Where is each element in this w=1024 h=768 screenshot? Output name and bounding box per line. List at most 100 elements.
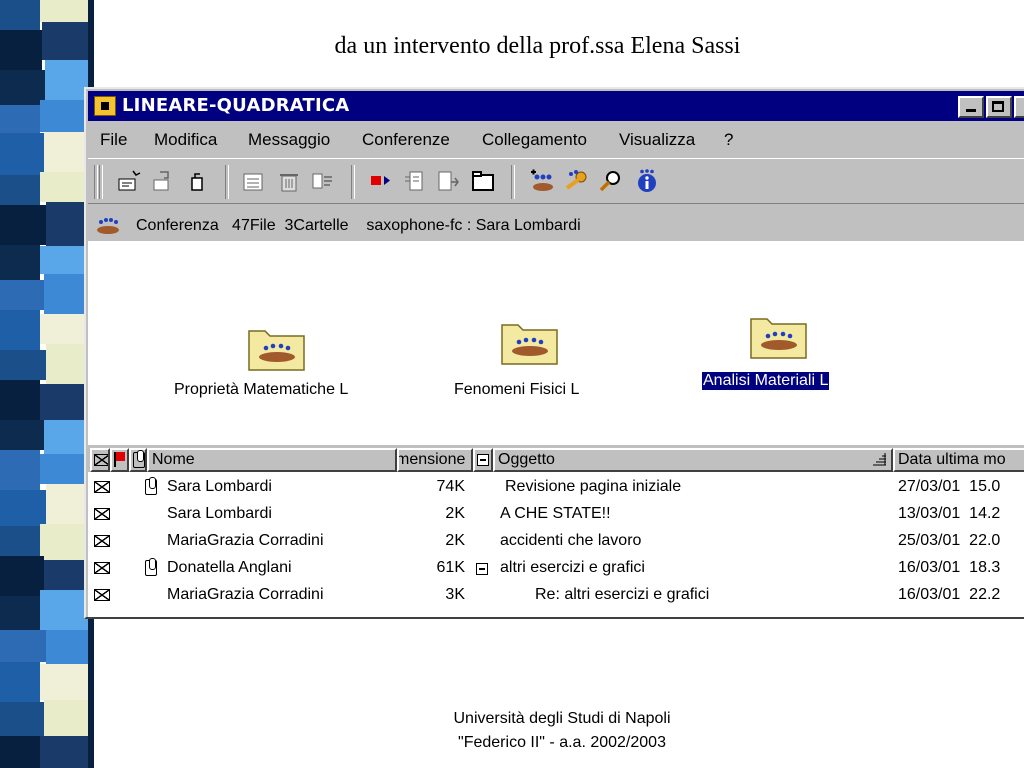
table-row[interactable]: Sara Lombardi 74K Revisione pagina inizi… — [88, 475, 1024, 502]
strip-block — [0, 736, 40, 768]
menu-modifica[interactable]: Modifica — [154, 130, 217, 150]
table-row[interactable]: MariaGrazia Corradini 3K Re: altri eserc… — [88, 583, 1024, 610]
conference-icon — [97, 218, 119, 234]
search-icon[interactable] — [598, 168, 624, 194]
column-read-status[interactable] — [90, 448, 110, 472]
strip-block — [0, 526, 40, 556]
attachment-icon — [145, 558, 157, 576]
folder-icon[interactable] — [470, 168, 496, 194]
maximize-button[interactable] — [986, 96, 1012, 118]
message-subject: accidenti che lavoro — [500, 532, 642, 549]
strip-block — [0, 596, 40, 630]
menu-help[interactable]: ? — [724, 130, 733, 150]
strip-block — [40, 524, 90, 560]
strip-block — [40, 664, 90, 700]
menu-visualizza[interactable]: Visualizza — [619, 130, 695, 150]
footer-academic-year: "Federico II" - a.a. 2002/2003 — [458, 734, 666, 751]
table-row[interactable]: Donatella Anglani 61K altri esercizi e g… — [88, 556, 1024, 583]
folder-pane: Proprietà Matematiche L Fenomeni Fisici … — [88, 241, 1024, 445]
strip-block — [40, 590, 90, 630]
footer-university: Università degli Studi di Napoli — [453, 710, 671, 727]
message-size: 61K — [436, 559, 465, 576]
menu-file[interactable]: File — [100, 130, 127, 150]
conference-folder-icon — [501, 324, 558, 365]
message-date: 16/03/01 22.2 — [898, 586, 1001, 603]
print-icon[interactable] — [240, 168, 266, 194]
message-subject: A CHE STATE!! — [500, 505, 611, 522]
envelope-icon — [94, 508, 110, 520]
column-attachment[interactable] — [129, 448, 147, 472]
toolbar-separator — [351, 165, 355, 199]
flag-icon — [114, 452, 125, 467]
reply-icon[interactable] — [150, 168, 176, 194]
menu-conferenze[interactable]: Conferenze — [362, 130, 450, 150]
slide-footer: Università degli Studi di Napoli "Federi… — [412, 707, 712, 755]
message-size: 2K — [445, 505, 465, 522]
strip-block — [0, 280, 44, 310]
strip-block — [0, 175, 40, 205]
new-message-icon[interactable] — [116, 168, 142, 194]
column-thread[interactable] — [473, 448, 493, 472]
column-subject[interactable]: Oggetto — [493, 448, 893, 472]
add-user-icon[interactable] — [528, 168, 554, 194]
app-icon — [94, 96, 116, 116]
move-icon[interactable] — [436, 168, 462, 194]
menu-messaggio[interactable]: Messaggio — [248, 130, 330, 150]
envelope-icon — [94, 454, 108, 466]
keys-icon[interactable] — [564, 168, 590, 194]
close-button[interactable] — [1014, 96, 1024, 118]
column-flag[interactable] — [110, 448, 129, 472]
read-icon[interactable] — [402, 168, 428, 194]
strip-block — [0, 490, 46, 526]
menu-collegamento[interactable]: Collegamento — [482, 130, 587, 150]
message-sender: MariaGrazia Corradini — [167, 532, 324, 549]
strip-block — [46, 630, 90, 664]
column-name[interactable]: Nome — [147, 448, 397, 472]
table-row[interactable]: MariaGrazia Corradini 2K accidenti che l… — [88, 529, 1024, 556]
envelope-icon — [94, 562, 110, 574]
message-date: 27/03/01 15.0 — [898, 478, 1001, 495]
info-icon[interactable] — [634, 168, 660, 194]
delete-icon[interactable] — [276, 168, 302, 194]
attach-icon[interactable] — [184, 168, 210, 194]
strip-block — [0, 0, 40, 30]
strip-block — [0, 350, 46, 380]
app-window: LINEARE-QUADRATICA File Modifica Messagg… — [84, 87, 1024, 619]
attachment-icon — [133, 450, 145, 468]
title-bar[interactable]: LINEARE-QUADRATICA — [88, 91, 1024, 121]
envelope-icon — [94, 481, 110, 493]
thread-collapse-icon[interactable] — [476, 563, 488, 575]
strip-block — [0, 133, 44, 175]
strip-block — [0, 245, 40, 280]
column-date[interactable]: Data ultima mo — [893, 448, 1024, 472]
strip-block — [40, 314, 90, 344]
strip-block — [40, 384, 90, 420]
conference-folder-icon — [750, 318, 807, 359]
message-sender: MariaGrazia Corradini — [167, 586, 324, 603]
message-size: 3K — [445, 586, 465, 603]
strip-block — [40, 736, 90, 768]
strip-block — [0, 205, 46, 245]
forward-icon[interactable] — [310, 168, 336, 194]
strip-block — [0, 702, 44, 736]
conference-status-line: Conferenza 47File 3Cartelle saxophone-fc… — [88, 212, 1024, 240]
table-row[interactable]: Sara Lombardi 2K A CHE STATE!! 13/03/01 … — [88, 502, 1024, 529]
strip-block — [0, 70, 45, 105]
menu-bar: File Modifica Messaggio Conferenze Colle… — [88, 127, 1024, 153]
message-date: 25/03/01 22.0 — [898, 532, 1001, 549]
strip-block — [0, 380, 40, 420]
strip-block — [40, 454, 90, 484]
folder-label: Fenomeni Fisici L — [454, 381, 580, 398]
message-date: 16/03/01 18.3 — [898, 559, 1001, 576]
toolbar-grip — [94, 165, 98, 199]
minimize-button[interactable] — [958, 96, 984, 118]
message-subject: altri esercizi e grafici — [500, 559, 645, 576]
strip-block — [0, 556, 44, 596]
message-size: 2K — [445, 532, 465, 549]
flag-icon[interactable] — [367, 168, 393, 194]
column-size[interactable]: mensione — [397, 448, 473, 472]
toolbar-separator — [511, 165, 515, 199]
conference-folder-icon — [248, 330, 305, 371]
message-list: Nome mensione Oggetto Data ultima mo Sar… — [88, 448, 1024, 617]
attachment-icon — [145, 477, 157, 495]
